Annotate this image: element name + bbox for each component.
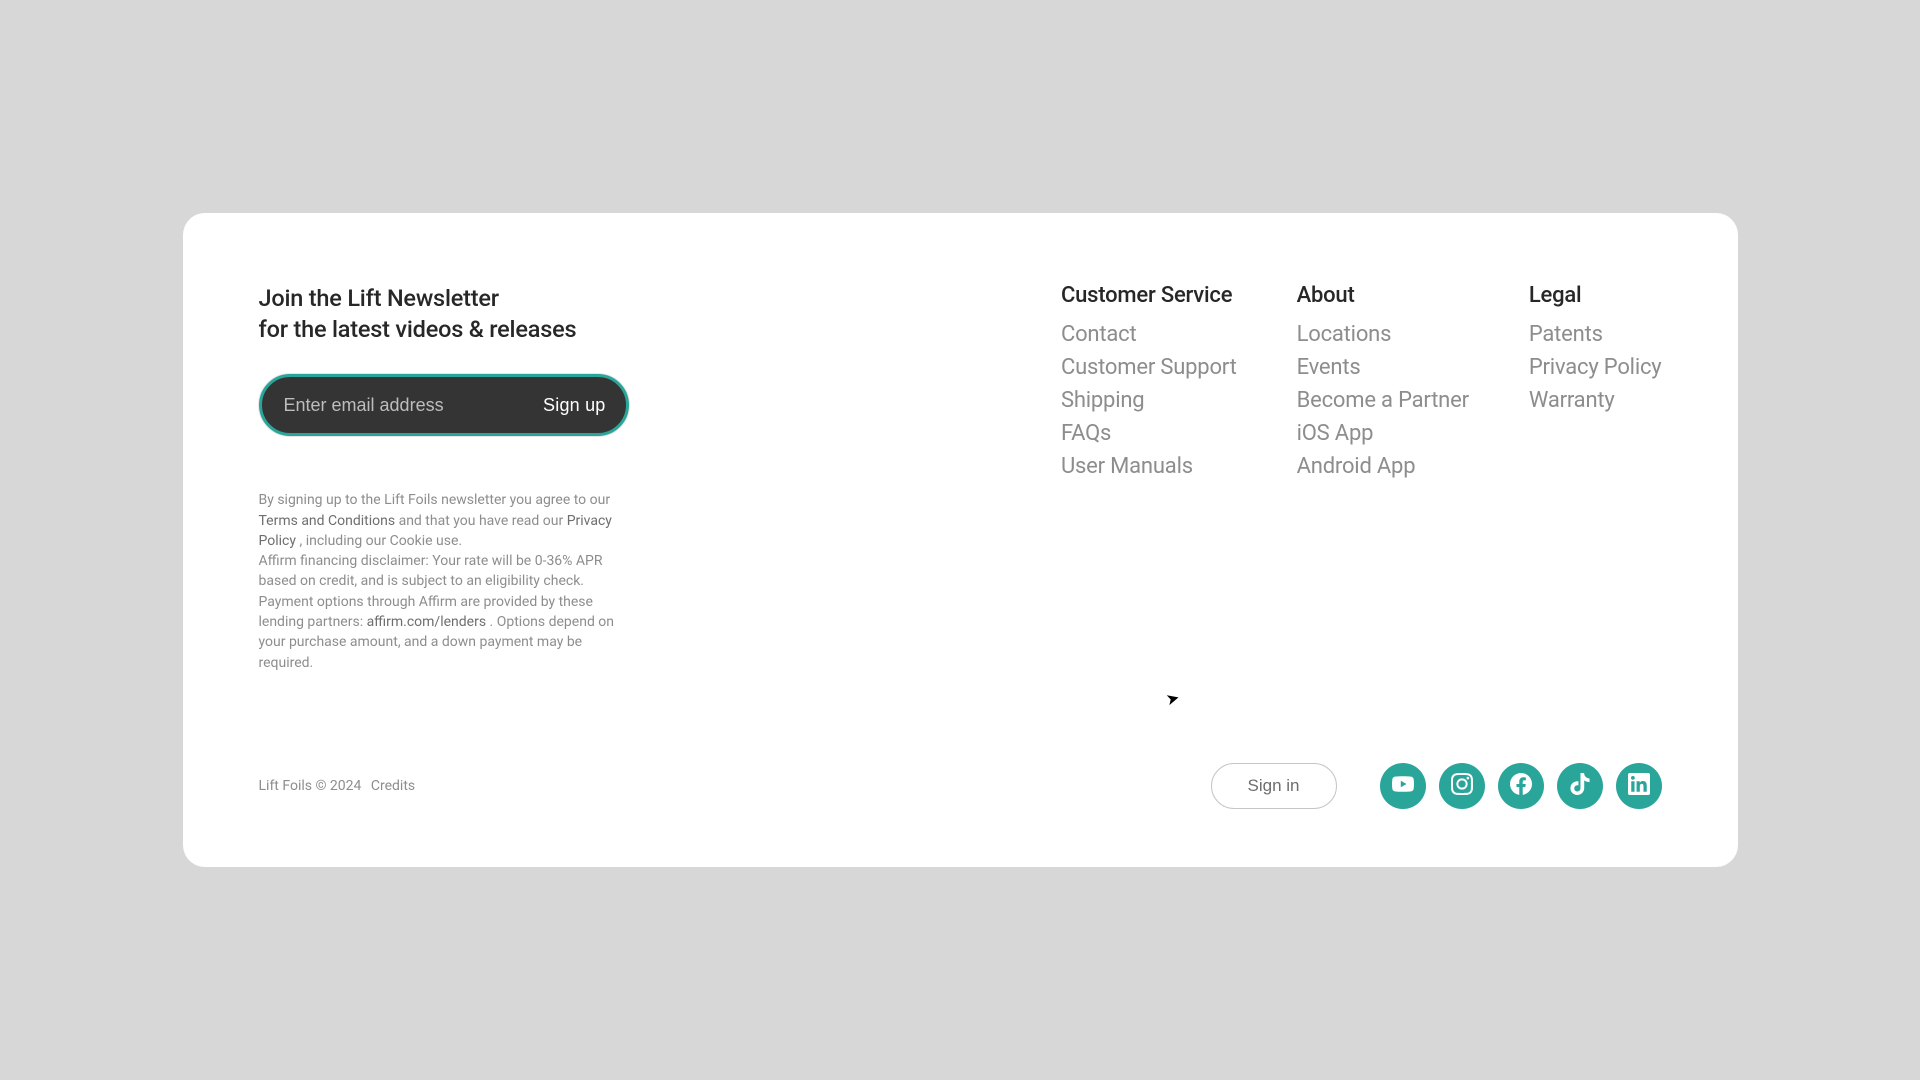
link-ios-app[interactable]: iOS App xyxy=(1297,421,1469,446)
instagram-icon xyxy=(1451,773,1473,798)
linkedin-icon xyxy=(1628,773,1650,798)
footer-top-row: Join the Lift Newsletter for the latest … xyxy=(259,283,1662,673)
link-contact[interactable]: Contact xyxy=(1061,322,1237,347)
social-linkedin[interactable] xyxy=(1616,763,1662,809)
signin-button[interactable]: Sign in xyxy=(1211,763,1337,809)
signup-button[interactable]: Sign up xyxy=(531,395,605,416)
social-instagram[interactable] xyxy=(1439,763,1485,809)
footer-card: Join the Lift Newsletter for the latest … xyxy=(183,213,1738,867)
copyright-text: Lift Foils © 2024 xyxy=(259,778,362,794)
col-legal: Legal Patents Privacy Policy Warranty xyxy=(1529,283,1662,673)
affirm-lenders-link[interactable]: affirm.com/lenders xyxy=(367,614,487,630)
social-facebook[interactable] xyxy=(1498,763,1544,809)
link-user-manuals[interactable]: User Manuals xyxy=(1061,454,1237,479)
link-patents[interactable]: Patents xyxy=(1529,322,1662,347)
link-shipping[interactable]: Shipping xyxy=(1061,388,1237,413)
social-tiktok[interactable] xyxy=(1557,763,1603,809)
link-android-app[interactable]: Android App xyxy=(1297,454,1469,479)
newsletter-heading-line1: Join the Lift Newsletter xyxy=(259,284,499,312)
youtube-icon xyxy=(1392,773,1414,798)
credits-link[interactable]: Credits xyxy=(371,778,415,794)
link-become-partner[interactable]: Become a Partner xyxy=(1297,388,1469,413)
link-faqs[interactable]: FAQs xyxy=(1061,421,1237,446)
facebook-icon xyxy=(1510,773,1532,798)
newsletter-form: Sign up xyxy=(259,374,629,436)
newsletter-pane: Join the Lift Newsletter for the latest … xyxy=(259,283,749,673)
disclaimer-text: By signing up to the Lift Foils newslett… xyxy=(259,490,629,673)
newsletter-heading-line2: for the latest videos & releases xyxy=(259,315,577,343)
col-customer-service: Customer Service Contact Customer Suppor… xyxy=(1061,283,1237,673)
bottom-right-group: Sign in xyxy=(1211,763,1662,809)
newsletter-heading: Join the Lift Newsletter for the latest … xyxy=(259,283,749,344)
terms-link[interactable]: Terms and Conditions xyxy=(259,513,396,529)
col-title-legal: Legal xyxy=(1529,283,1662,308)
disclaimer-prefix: By signing up to the Lift Foils newslett… xyxy=(259,492,611,508)
footer-link-columns: Customer Service Contact Customer Suppor… xyxy=(1061,283,1662,673)
copyright: Lift Foils © 2024 Credits xyxy=(259,778,416,794)
link-warranty[interactable]: Warranty xyxy=(1529,388,1662,413)
tiktok-icon xyxy=(1569,773,1591,798)
col-title-customer-service: Customer Service xyxy=(1061,283,1237,308)
link-customer-support[interactable]: Customer Support xyxy=(1061,355,1237,380)
footer-bottom-row: Lift Foils © 2024 Credits Sign in xyxy=(259,763,1662,809)
col-about: About Locations Events Become a Partner … xyxy=(1297,283,1469,673)
col-title-about: About xyxy=(1297,283,1469,308)
link-privacy-policy[interactable]: Privacy Policy xyxy=(1529,355,1662,380)
link-events[interactable]: Events xyxy=(1297,355,1469,380)
disclaimer-mid1: and that you have read our xyxy=(399,513,567,529)
email-input[interactable] xyxy=(284,395,532,416)
link-locations[interactable]: Locations xyxy=(1297,322,1469,347)
social-youtube[interactable] xyxy=(1380,763,1426,809)
disclaimer-mid2: , including our Cookie use. xyxy=(299,533,462,549)
